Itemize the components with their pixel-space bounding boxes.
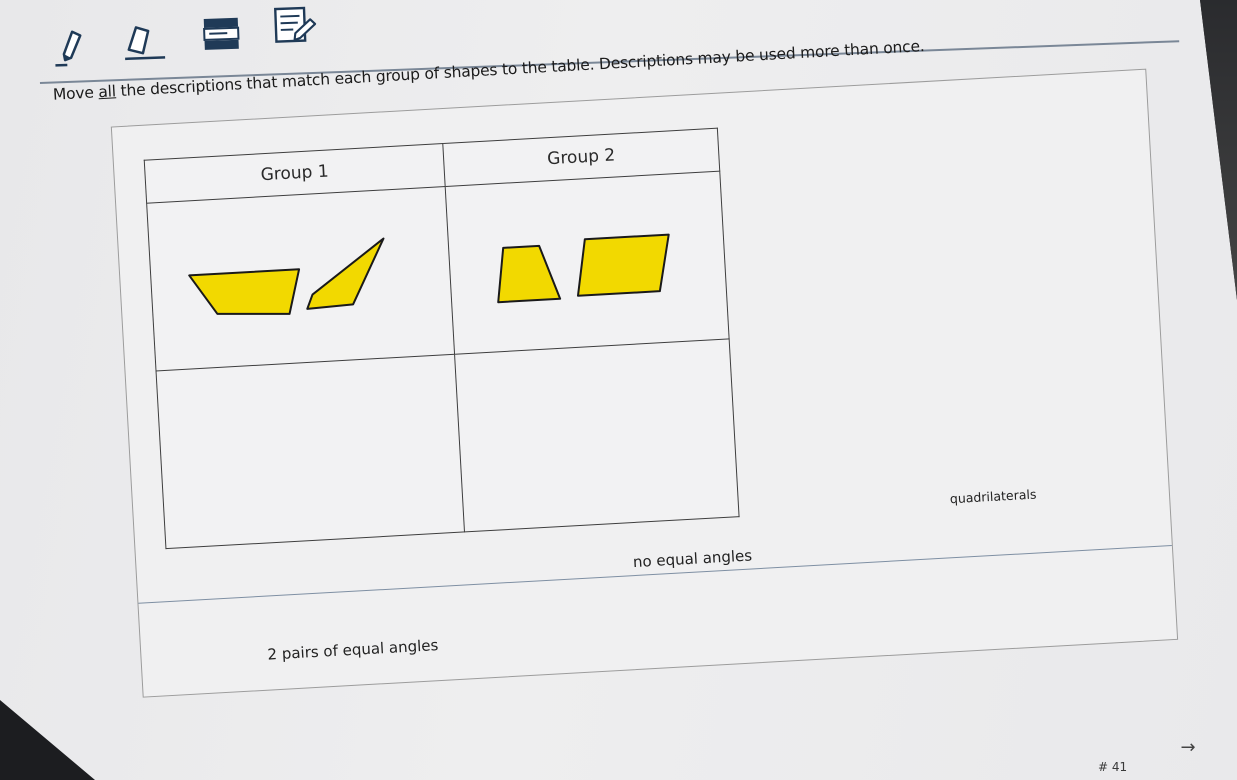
pencil-icon	[55, 30, 82, 67]
next-button[interactable]: →	[1168, 733, 1208, 761]
group-1-shape-2	[306, 237, 385, 310]
pencil-tool[interactable]	[48, 24, 96, 72]
drag-drop-workspace: Group 1 Group 2 2 pairs of equal angles …	[110, 68, 1179, 698]
group-2-shapes	[497, 233, 670, 304]
assessment-screen: Move all the descriptions that match eac…	[0, 0, 1237, 780]
group-2-shape-2	[576, 233, 670, 297]
question-number: # 41	[1098, 760, 1128, 774]
notepad-tool[interactable]	[271, 2, 319, 50]
notepad-icon	[274, 6, 317, 43]
group-1-shape-1	[188, 268, 301, 315]
question-content: Move all the descriptions that match eac…	[48, 15, 1201, 707]
group-2-shape-1	[497, 244, 562, 304]
prompt-emphasis: all	[97, 82, 117, 102]
group-1-shapes-cell	[146, 186, 455, 372]
line-reader-tool[interactable]	[197, 10, 245, 58]
line-reader-icon	[203, 17, 240, 50]
description-tile-quadrilaterals[interactable]: quadrilaterals	[943, 482, 1043, 510]
arrow-right-icon: →	[1180, 736, 1196, 758]
description-tile-two-pairs[interactable]: 2 pairs of equal angles	[261, 632, 445, 668]
group-1-shapes	[188, 237, 385, 315]
group-1-drop-zone[interactable]	[156, 354, 465, 549]
group-2-shapes-cell	[445, 171, 730, 355]
eraser-icon	[125, 26, 166, 61]
sorting-table: Group 1 Group 2	[143, 127, 740, 550]
group-2-drop-zone[interactable]	[454, 339, 740, 532]
eraser-tool[interactable]	[120, 19, 168, 67]
description-tile-no-equal[interactable]: no equal angles	[626, 542, 759, 575]
